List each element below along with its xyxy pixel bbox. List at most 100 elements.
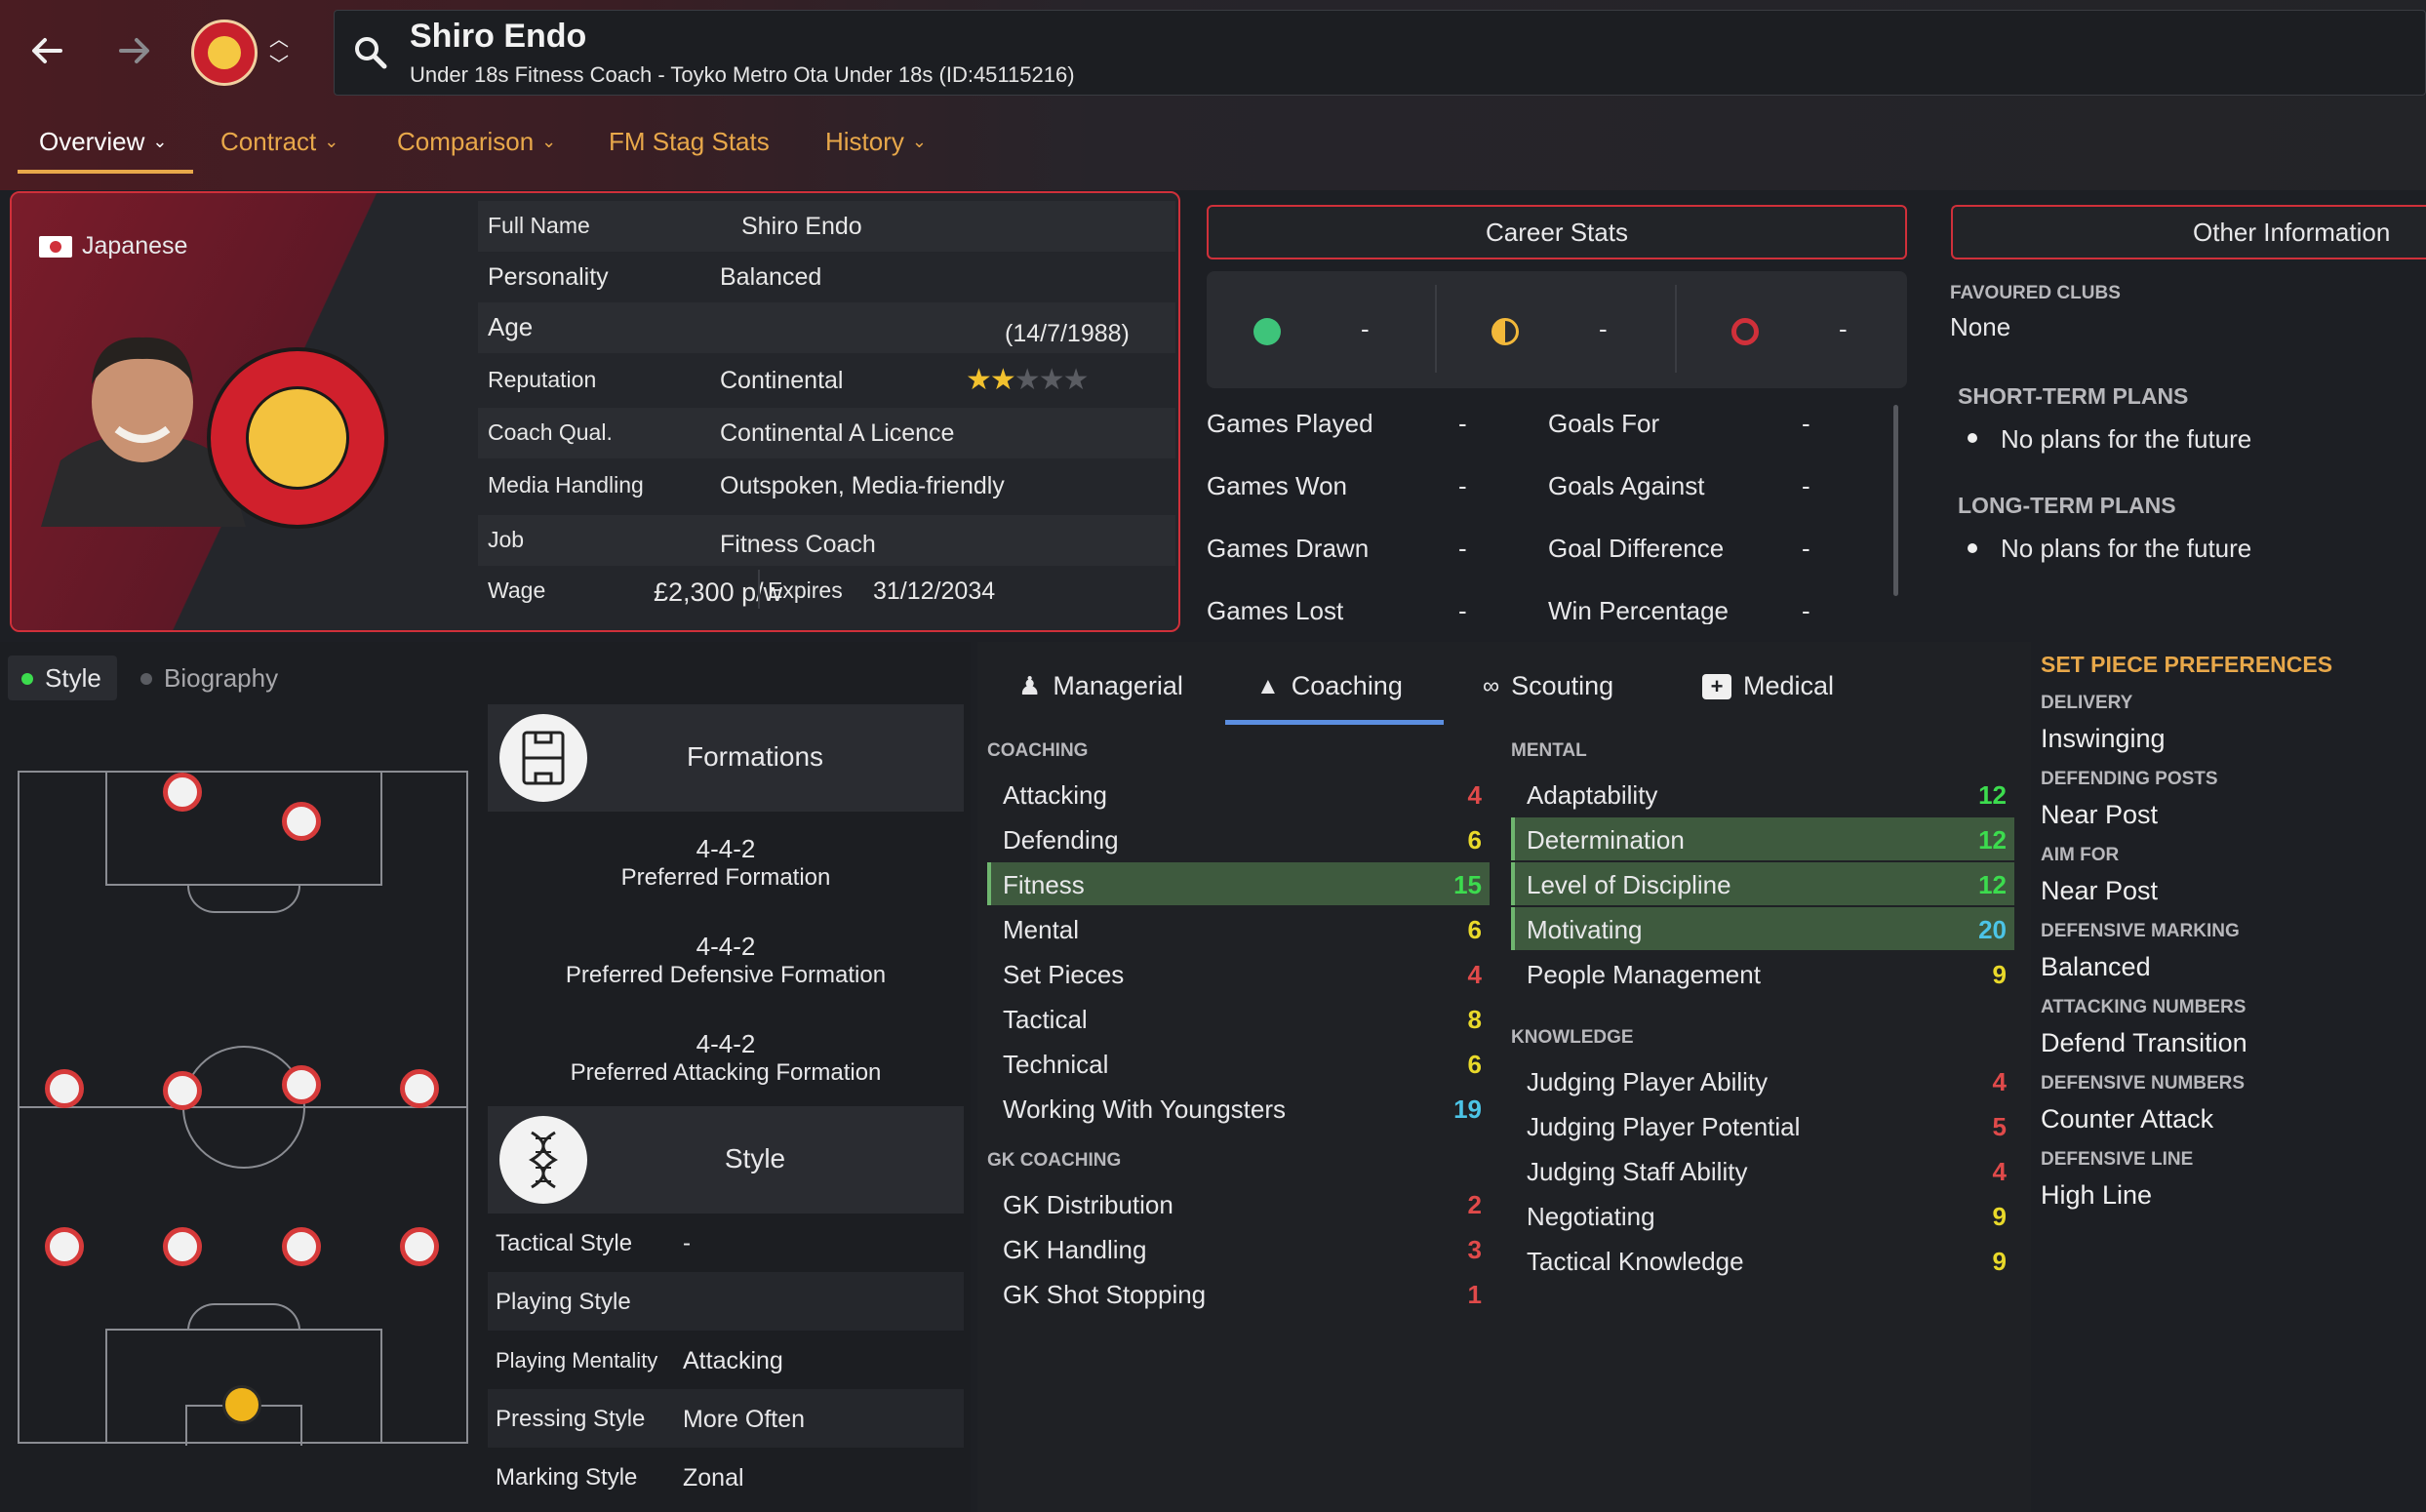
stat-label: Goals For xyxy=(1548,409,1660,438)
bullet-icon xyxy=(1968,543,1977,553)
attribute-value: 4 xyxy=(1467,960,1482,989)
chevron-down-icon: ⌄ xyxy=(324,132,339,151)
forward-button[interactable] xyxy=(105,21,164,80)
player-marker-icon[interactable] xyxy=(400,1069,439,1108)
favoured-clubs-label: FAVOURED CLUBS xyxy=(1950,283,2121,303)
tab-scouting[interactable]: ∞ Scouting xyxy=(1483,671,1613,701)
long-term-plans-label: LONG-TERM PLANS xyxy=(1958,493,2176,518)
star-empty-icon: ★★★ xyxy=(1014,364,1090,396)
attribute-row[interactable]: Level of Discipline 12 xyxy=(1511,862,2014,905)
formation-value: 4-4-2 xyxy=(696,834,756,863)
inactive-dot-icon xyxy=(140,673,152,685)
attribute-value: 5 xyxy=(1992,1112,2007,1141)
attribute-row[interactable]: GK Distribution 2 xyxy=(987,1182,1490,1225)
chevron-down-icon: ⌄ xyxy=(911,132,927,151)
tab-label: Coaching xyxy=(1291,671,1403,700)
search-icon[interactable] xyxy=(351,33,390,77)
attribute-name: Motivating xyxy=(1527,915,1643,944)
player-marker-icon[interactable] xyxy=(45,1227,84,1266)
attribute-row[interactable]: Set Pieces 4 xyxy=(987,952,1490,995)
short-term-plans-value: No plans for the future xyxy=(2001,424,2252,454)
attribute-row[interactable]: Judging Player Potential 5 xyxy=(1511,1104,2014,1147)
tab-history[interactable]: History ⌄ xyxy=(825,127,927,157)
player-marker-icon[interactable] xyxy=(45,1069,84,1108)
attribute-row[interactable]: GK Shot Stopping 1 xyxy=(987,1272,1490,1315)
attribute-row[interactable]: Attacking 4 xyxy=(987,773,1490,816)
style-row: Playing Style xyxy=(488,1272,964,1331)
attribute-name: Fitness xyxy=(1003,870,1085,899)
attribute-name: Defending xyxy=(1003,825,1119,855)
player-marker-icon[interactable] xyxy=(163,773,202,812)
set-piece-label: DEFENDING POSTS xyxy=(2041,769,2218,789)
medical-kit-icon: + xyxy=(1702,673,1731,699)
attribute-name: People Management xyxy=(1527,960,1761,989)
attribute-name: GK Distribution xyxy=(1003,1190,1173,1219)
tab-contract[interactable]: Contract ⌄ xyxy=(220,127,338,157)
tab-overview[interactable]: Overview ⌄ xyxy=(39,127,167,157)
attribute-row[interactable]: People Management 9 xyxy=(1511,952,2014,995)
set-piece-value: Near Post xyxy=(2041,876,2159,905)
style-row: Pressing Style More Often xyxy=(488,1389,964,1448)
career-stats-header[interactable]: Career Stats xyxy=(1207,205,1907,259)
attribute-row[interactable]: Determination 12 xyxy=(1511,817,2014,860)
biography-tab[interactable]: Biography xyxy=(140,663,306,702)
attribute-row[interactable]: GK Handling 3 xyxy=(987,1227,1490,1270)
set-piece-value: Balanced xyxy=(2041,952,2151,981)
tab-medical[interactable]: + Medical xyxy=(1702,671,1834,701)
club-switch-chevrons-icon[interactable]: ︿ ﹀ xyxy=(269,27,289,78)
career-stats-list[interactable]: Games Played - Goals For - Games Won - Goals … xyxy=(1207,395,1907,624)
goalkeeper-marker-icon[interactable] xyxy=(222,1385,261,1424)
back-button[interactable] xyxy=(18,21,76,80)
club-badge-icon[interactable] xyxy=(191,20,258,86)
player-marker-icon[interactable] xyxy=(163,1227,202,1266)
attribute-row[interactable]: Defending 6 xyxy=(987,817,1490,860)
style-title: Style xyxy=(724,1143,786,1174)
short-term-plans-label: SHORT-TERM PLANS xyxy=(1958,383,2189,409)
attribute-row[interactable]: Adaptability 12 xyxy=(1511,773,2014,816)
player-marker-icon[interactable] xyxy=(282,1065,321,1104)
info-value: Continental A Licence xyxy=(720,419,955,447)
attribute-value: 8 xyxy=(1467,1005,1482,1034)
attribute-row[interactable]: Judging Player Ability 4 xyxy=(1511,1059,2014,1102)
attribute-row[interactable]: Negotiating 9 xyxy=(1511,1194,2014,1237)
stat-value: - xyxy=(1458,471,1467,500)
player-marker-icon[interactable] xyxy=(400,1227,439,1266)
attribute-name: Judging Player Potential xyxy=(1527,1112,1801,1141)
attribute-row[interactable]: Tactical Knowledge 9 xyxy=(1511,1239,2014,1282)
draw-icon xyxy=(1491,318,1519,345)
expires-value: 31/12/2034 xyxy=(873,577,996,605)
other-information-header[interactable]: Other Information xyxy=(1951,205,2426,259)
wage-value: £2,300 p/w xyxy=(654,577,783,607)
career-scrollbar[interactable] xyxy=(1893,405,1898,596)
style-label: Marking Style xyxy=(496,1464,638,1491)
gk-coaching-heading: GK COACHING xyxy=(987,1150,1122,1171)
tab-fm-stag-stats[interactable]: FM Stag Stats xyxy=(609,127,770,157)
attribute-row[interactable]: Fitness 15 xyxy=(987,862,1490,905)
tab-managerial[interactable]: ♟ Managerial xyxy=(1018,671,1183,701)
attribute-row[interactable]: Working With Youngsters 19 xyxy=(987,1087,1490,1130)
attribute-row[interactable]: Technical 6 xyxy=(987,1042,1490,1085)
tab-comparison[interactable]: Comparison ⌄ xyxy=(397,127,556,157)
set-piece-value: Inswinging xyxy=(2041,724,2166,753)
attribute-row[interactable]: Judging Staff Ability 4 xyxy=(1511,1149,2014,1192)
player-marker-icon[interactable] xyxy=(282,802,321,841)
player-marker-icon[interactable] xyxy=(163,1071,202,1110)
stat-value: - xyxy=(1802,596,1810,624)
player-marker-icon[interactable] xyxy=(282,1227,321,1266)
attribute-row[interactable]: Motivating 20 xyxy=(1511,907,2014,950)
attribute-value: 15 xyxy=(1453,870,1482,899)
attribute-row[interactable]: Mental 6 xyxy=(987,907,1490,950)
style-tab[interactable]: Style xyxy=(8,656,117,700)
info-row-job: Job Fitness Coach xyxy=(478,515,1175,566)
attribute-value: 4 xyxy=(1992,1157,2007,1186)
tab-coaching[interactable]: ▲ Coaching xyxy=(1256,671,1403,701)
stat-value: - xyxy=(1458,596,1467,624)
tab-label: Managerial xyxy=(1053,671,1183,700)
profile-card: Japanese Full Name Shiro Endo Personality… xyxy=(10,191,1180,632)
stat-label: Games Lost xyxy=(1207,596,1344,624)
stat-value: - xyxy=(1458,409,1467,438)
formation-desc: Preferred Attacking Formation xyxy=(570,1059,882,1086)
info-label: Media Handling xyxy=(488,472,644,497)
attribute-row[interactable]: Tactical 8 xyxy=(987,997,1490,1040)
career-row: Games Won - Goals Against - xyxy=(1207,458,1889,516)
